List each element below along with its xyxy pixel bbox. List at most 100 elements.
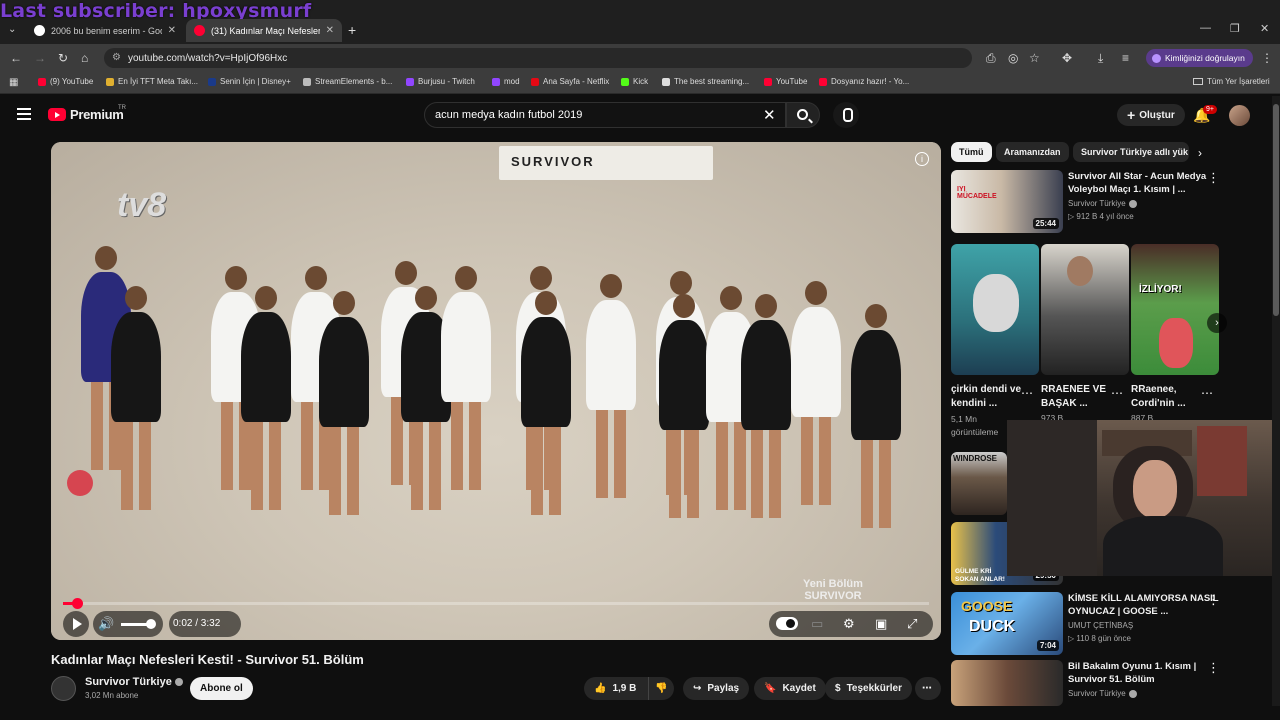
- more-options-icon[interactable]: ⋯: [1111, 386, 1123, 400]
- autoplay-toggle[interactable]: [776, 617, 798, 630]
- close-window-icon[interactable]: ✕: [1260, 22, 1269, 35]
- more-options-icon[interactable]: ⋮: [1207, 660, 1220, 676]
- more-options-icon[interactable]: ⋮: [1207, 170, 1220, 186]
- back-icon[interactable]: ←: [10, 51, 22, 65]
- download-icon[interactable]: ⤓: [1098, 51, 1103, 66]
- channel-avatar[interactable]: [51, 676, 76, 701]
- thanks-button[interactable]: $ Teşekkürler: [825, 677, 912, 700]
- short-thumbnail[interactable]: İZLİYOR!: [1131, 244, 1219, 375]
- share-button[interactable]: ↪ Paylaş: [683, 677, 750, 700]
- all-bookmarks[interactable]: Tüm Yer İşaretleri: [1193, 77, 1270, 86]
- bookmark-item[interactable]: The best streaming...: [662, 77, 749, 86]
- volume-icon[interactable]: 🔊: [98, 616, 114, 632]
- video-player[interactable]: SURVIVOR tv8 i Yeni Bölüm SURVIVOR 🔊 0:0…: [51, 142, 941, 640]
- theater-mode-icon[interactable]: ▣: [875, 616, 887, 632]
- browser-tab[interactable]: 2006 bu benim eserim - Googl ✕: [26, 19, 184, 42]
- bookmark-item[interactable]: Ana Sayfa - Netflix: [531, 77, 609, 86]
- bookmark-item[interactable]: StreamElements - b...: [303, 77, 392, 86]
- progress-bar[interactable]: [63, 598, 929, 609]
- short-thumbnail[interactable]: [1041, 244, 1129, 375]
- chip-from-search[interactable]: Aramanızdan: [996, 142, 1069, 162]
- bookmark-item[interactable]: mod: [492, 77, 520, 86]
- bookmark-item[interactable]: Burjusu - Twitch: [406, 77, 475, 86]
- chip-channel[interactable]: Survivor Türkiye adlı yük: [1073, 142, 1189, 162]
- volume-knob[interactable]: [146, 619, 156, 629]
- banner-text: SURVIVOR: [511, 154, 595, 169]
- install-icon[interactable]: ⎙: [986, 51, 996, 66]
- voice-search-icon[interactable]: [833, 102, 859, 128]
- bookmark-item[interactable]: Senin İçin | Disney+: [208, 77, 291, 86]
- notification-badge: 9+: [1203, 105, 1217, 114]
- bookmark-item[interactable]: Dosyanız hazır! - Yo...: [819, 77, 909, 86]
- youtube-icon: [194, 25, 205, 36]
- player-legs: [531, 425, 561, 515]
- save-button[interactable]: 🔖 Kaydet: [754, 677, 826, 700]
- chip-all[interactable]: Tümü: [951, 142, 992, 162]
- more-options-icon[interactable]: ⋯: [1201, 386, 1213, 400]
- recommendation-item[interactable]: IYI MÜCADELE 25:44 Survivor All Star - Ac…: [951, 170, 1271, 234]
- like-button[interactable]: 👍 1,9 B: [584, 677, 648, 700]
- bookmark-item[interactable]: YouTube: [764, 77, 807, 86]
- browser-tab-active[interactable]: (31) Kadınlar Maçı Nefesleri Ke ✕: [186, 19, 342, 42]
- player-head: [395, 261, 417, 285]
- shorts-next-button[interactable]: ›: [1207, 313, 1227, 333]
- forward-icon[interactable]: →: [34, 51, 46, 65]
- home-icon[interactable]: ⌂: [81, 51, 88, 65]
- reload-icon[interactable]: ↻: [58, 51, 68, 65]
- plus-icon: +: [1127, 107, 1136, 123]
- short-title[interactable]: RRaenee, Cordi'nin ...: [1131, 383, 1205, 411]
- more-actions-button[interactable]: ⋯: [915, 677, 941, 700]
- apps-icon[interactable]: ▦: [9, 77, 18, 88]
- address-bar[interactable]: ⚙ youtube.com/watch?v=HpIjOf96Hxc: [104, 48, 972, 68]
- subtitles-icon[interactable]: ▭: [811, 616, 823, 632]
- extensions-icon[interactable]: ✥: [1062, 51, 1072, 65]
- maximize-icon[interactable]: ❐: [1230, 22, 1240, 35]
- player-figure: [741, 320, 791, 430]
- info-icon[interactable]: i: [915, 152, 929, 166]
- verify-identity-button[interactable]: Kimliğinizi doğrulayın: [1146, 49, 1253, 67]
- short-thumbnail[interactable]: [951, 244, 1039, 375]
- player-legs: [801, 415, 831, 505]
- site-info-icon[interactable]: ⚙: [112, 52, 121, 63]
- menu-icon[interactable]: ⋮: [1261, 51, 1273, 65]
- chevron-right-icon[interactable]: ›: [1198, 146, 1202, 160]
- eye-off-icon[interactable]: ◎: [1008, 51, 1018, 65]
- recommendation-item[interactable]: GOOSE DUCK 7:04 KİMSE KİLL ALAMIYORSA NA…: [951, 592, 1271, 656]
- bookmark-item[interactable]: (9) YouTube: [38, 77, 93, 86]
- scrollbar-thumb[interactable]: [1273, 104, 1279, 316]
- player-head: [415, 286, 437, 310]
- channel-name[interactable]: Survivor Türkiye: [85, 676, 183, 688]
- bookmark-item[interactable]: Kick: [621, 77, 648, 86]
- dislike-button[interactable]: 👎: [648, 677, 674, 700]
- player-figure: [319, 317, 369, 427]
- bookmark-item[interactable]: En İyi TFT Meta Takı...: [106, 77, 198, 86]
- tab-search-icon[interactable]: ⌄: [8, 24, 16, 35]
- youtube-logo[interactable]: Premium TR: [48, 105, 126, 122]
- star-icon[interactable]: ☆: [1029, 51, 1040, 65]
- search-input[interactable]: acun medya kadın futbol 2019: [424, 102, 786, 128]
- player-head: [805, 281, 827, 305]
- player-head: [720, 286, 742, 310]
- short-title[interactable]: RRAENEE VE BAŞAK ...: [1041, 383, 1115, 411]
- media-icon[interactable]: ≡: [1122, 51, 1129, 65]
- more-options-icon[interactable]: ⋯: [1021, 386, 1033, 400]
- hamburger-menu-icon[interactable]: [17, 108, 31, 120]
- clear-search-icon[interactable]: ✕: [763, 106, 776, 124]
- new-tab-button[interactable]: +: [348, 22, 356, 38]
- share-icon: ↪: [693, 683, 702, 694]
- close-tab-icon[interactable]: ✕: [168, 25, 176, 36]
- search-button[interactable]: [786, 102, 820, 128]
- minimize-icon[interactable]: —: [1200, 22, 1211, 34]
- more-options-icon[interactable]: ⋮: [1207, 592, 1220, 608]
- account-avatar[interactable]: [1229, 105, 1250, 126]
- short-title[interactable]: çirkin dendi ve kendini ...: [951, 383, 1025, 411]
- play-icon[interactable]: [63, 611, 89, 637]
- close-tab-icon[interactable]: ✕: [326, 25, 334, 36]
- folder-icon: [1193, 78, 1203, 85]
- progress-scrubber[interactable]: [71, 598, 83, 609]
- subscribe-button[interactable]: Abone ol: [190, 677, 253, 700]
- recommendation-item[interactable]: Bil Bakalım Oyunu 1. Kısım | Survivor 51…: [951, 660, 1271, 708]
- fullscreen-icon[interactable]: ⤢: [907, 616, 917, 632]
- create-button[interactable]: + Oluştur: [1117, 104, 1185, 126]
- settings-gear-icon[interactable]: ⚙: [843, 616, 855, 632]
